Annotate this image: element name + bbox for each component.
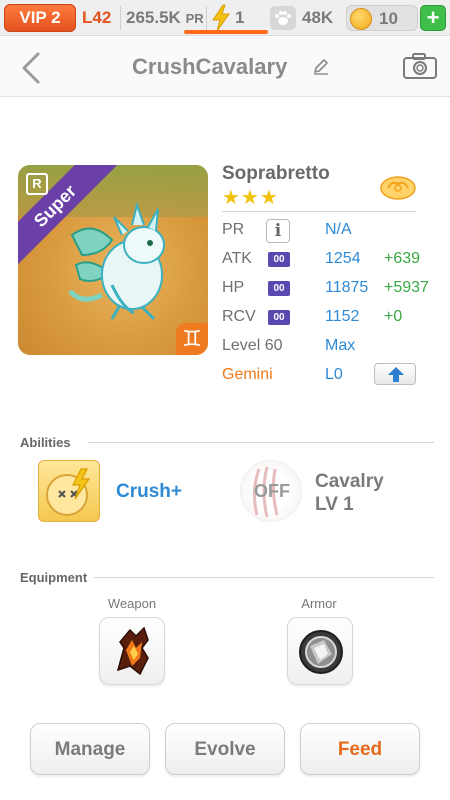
stat-bonus: +639 — [384, 250, 421, 267]
coin-icon — [350, 8, 372, 30]
divider — [120, 6, 121, 30]
food-count: 48K — [302, 8, 334, 27]
header: CrushCavalary — [0, 37, 450, 97]
energy-count: 1 — [235, 8, 245, 27]
ability-icon[interactable] — [38, 460, 100, 522]
stat-value: 1254 — [325, 250, 361, 267]
weapon-slot[interactable] — [99, 617, 165, 685]
rank-badge: 00 — [268, 252, 290, 267]
stat-value: 11875 — [325, 279, 369, 296]
secondary-ability-level: LV 1 — [315, 494, 354, 515]
divider — [94, 577, 434, 578]
gemini-icon: ♊ — [176, 323, 208, 355]
player-level: L42 — [82, 8, 112, 27]
stat-row-level: Level 60 Max — [222, 337, 438, 365]
info-icon[interactable]: i — [266, 219, 290, 243]
stat-row-hp: HP 00 11875 +5937 — [222, 279, 438, 307]
stat-label: HP — [222, 279, 245, 296]
star-rating: ★★★ — [222, 187, 279, 209]
stat-label: RCV — [222, 308, 256, 325]
stat-row-gemini: Gemini L0 — [222, 363, 438, 394]
rank-badge: 00 — [268, 281, 290, 296]
monster-name: Soprabretto — [222, 163, 330, 184]
vip-badge[interactable]: VIP 2 — [4, 4, 76, 32]
monster-card[interactable]: Super R ♊ — [18, 165, 208, 355]
abilities-title: Abilities — [20, 435, 71, 450]
stat-row-atk: ATK 00 1254 +639 — [222, 250, 438, 278]
armor-label: Armor — [301, 596, 337, 611]
rarity-badge: R — [26, 173, 48, 195]
stat-label: ATK — [222, 250, 252, 267]
cloud-icon — [380, 176, 416, 200]
secondary-ability-name[interactable]: Cavalry — [315, 471, 384, 493]
camera-icon[interactable] — [402, 52, 438, 80]
stat-bonus: +0 — [384, 308, 403, 325]
stat-row-rcv: RCV 00 1152 +0 — [222, 308, 438, 336]
stat-label: PR — [222, 221, 245, 238]
stat-value: N/A — [325, 221, 352, 238]
coin-count: 10 — [379, 9, 398, 28]
feed-button[interactable]: Feed — [300, 723, 420, 775]
power-rating: 265.5K PR — [126, 8, 204, 28]
ability-state: OFF — [254, 481, 290, 501]
stat-label: Level 60 — [222, 337, 283, 354]
arrow-up-icon — [388, 367, 404, 382]
secondary-ability-icon[interactable]: OFF — [240, 460, 302, 522]
stat-value: Max — [325, 337, 356, 354]
divider — [222, 211, 416, 212]
weapon-icon — [116, 626, 149, 676]
equipment-title: Equipment — [20, 570, 88, 585]
coin-counter[interactable]: 10 — [346, 5, 418, 31]
stat-bonus: +5937 — [384, 279, 429, 296]
manage-button[interactable]: Manage — [30, 723, 150, 775]
rank-badge: 00 — [268, 310, 290, 325]
add-coins-button[interactable]: + — [420, 5, 446, 31]
evolve-button[interactable]: Evolve — [165, 723, 285, 775]
stat-row-pr: PR i N/A — [222, 219, 438, 249]
stat-value: 1152 — [325, 308, 360, 325]
primary-ability-name[interactable]: Crush+ — [116, 481, 182, 503]
power-rating-unit: PR — [185, 11, 204, 26]
armor-slot[interactable] — [287, 617, 353, 685]
pencil-icon[interactable] — [312, 57, 330, 75]
divider — [88, 442, 434, 443]
stat-value: L0 — [325, 366, 343, 383]
upgrade-button[interactable] — [374, 363, 416, 385]
weapon-label: Weapon — [107, 596, 157, 611]
power-rating-value: 265.5K — [126, 8, 181, 27]
lightning-bolt-icon — [212, 4, 230, 32]
paw-icon — [270, 6, 296, 30]
divider — [206, 6, 207, 30]
stat-label: Gemini — [222, 366, 273, 383]
energy-bar — [184, 30, 268, 34]
crush-ability-icon — [46, 468, 91, 516]
status-bar: VIP 2 L42 265.5K PR 1 48K 10 + — [0, 0, 450, 36]
chevron-left-icon[interactable] — [20, 51, 42, 85]
armor-icon — [299, 630, 343, 674]
page-title: CrushCavalary — [132, 54, 288, 79]
